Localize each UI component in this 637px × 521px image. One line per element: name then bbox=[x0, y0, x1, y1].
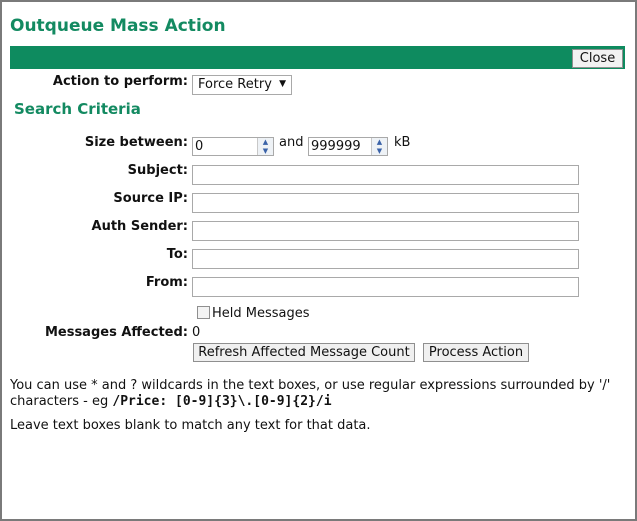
dialog-header-bar bbox=[10, 46, 625, 69]
subject-input[interactable] bbox=[192, 165, 579, 185]
from-label: From: bbox=[145, 275, 188, 290]
refresh-count-button[interactable]: Refresh Affected Message Count bbox=[193, 343, 415, 362]
to-input[interactable] bbox=[192, 249, 579, 269]
size-max-spinner[interactable]: 999999 ▲ ▼ bbox=[308, 137, 388, 156]
spin-up-icon[interactable]: ▲ bbox=[260, 138, 271, 146]
to-label: To: bbox=[166, 247, 188, 262]
spin-down-icon[interactable]: ▼ bbox=[374, 147, 385, 155]
and-text: and bbox=[279, 135, 304, 150]
outqueue-dialog: Outqueue Mass Action Close Action to per… bbox=[0, 0, 637, 521]
size-max-spin-buttons[interactable]: ▲ ▼ bbox=[371, 138, 387, 155]
messages-affected-count: 0 bbox=[192, 325, 201, 340]
size-between-label: Size between: bbox=[84, 135, 188, 150]
subject-label: Subject: bbox=[127, 163, 188, 178]
action-label: Action to perform: bbox=[52, 74, 188, 89]
auth-sender-label: Auth Sender: bbox=[91, 219, 188, 234]
dropdown-arrow-icon: ▼ bbox=[279, 79, 286, 89]
size-min-spin-buttons[interactable]: ▲ ▼ bbox=[257, 138, 273, 155]
process-action-button[interactable]: Process Action bbox=[423, 343, 529, 362]
size-unit: kB bbox=[394, 135, 411, 150]
spin-down-icon[interactable]: ▼ bbox=[260, 147, 271, 155]
dialog-title: Outqueue Mass Action bbox=[10, 16, 226, 36]
spin-up-icon[interactable]: ▲ bbox=[374, 138, 385, 146]
source-ip-label: Source IP: bbox=[113, 191, 188, 206]
search-criteria-heading: Search Criteria bbox=[14, 100, 141, 118]
close-button[interactable]: Close bbox=[572, 49, 623, 68]
held-messages-checkbox[interactable] bbox=[197, 306, 210, 319]
size-max-value: 999999 bbox=[311, 139, 361, 154]
blank-help-text: Leave text boxes blank to match any text… bbox=[10, 418, 371, 433]
action-selected-value: Force Retry bbox=[198, 77, 272, 92]
wildcard-help-text: You can use * and ? wildcards in the tex… bbox=[10, 378, 625, 410]
source-ip-input[interactable] bbox=[192, 193, 579, 213]
from-input[interactable] bbox=[192, 277, 579, 297]
size-min-value: 0 bbox=[195, 139, 204, 154]
size-min-spinner[interactable]: 0 ▲ ▼ bbox=[192, 137, 274, 156]
held-messages-label[interactable]: Held Messages bbox=[212, 306, 310, 321]
action-select[interactable]: Force Retry ▼ bbox=[192, 75, 292, 95]
auth-sender-input[interactable] bbox=[192, 221, 579, 241]
regex-example: /Price: [0-9]{3}\.[0-9]{2}/i bbox=[112, 394, 332, 409]
messages-affected-label: Messages Affected: bbox=[44, 325, 188, 340]
